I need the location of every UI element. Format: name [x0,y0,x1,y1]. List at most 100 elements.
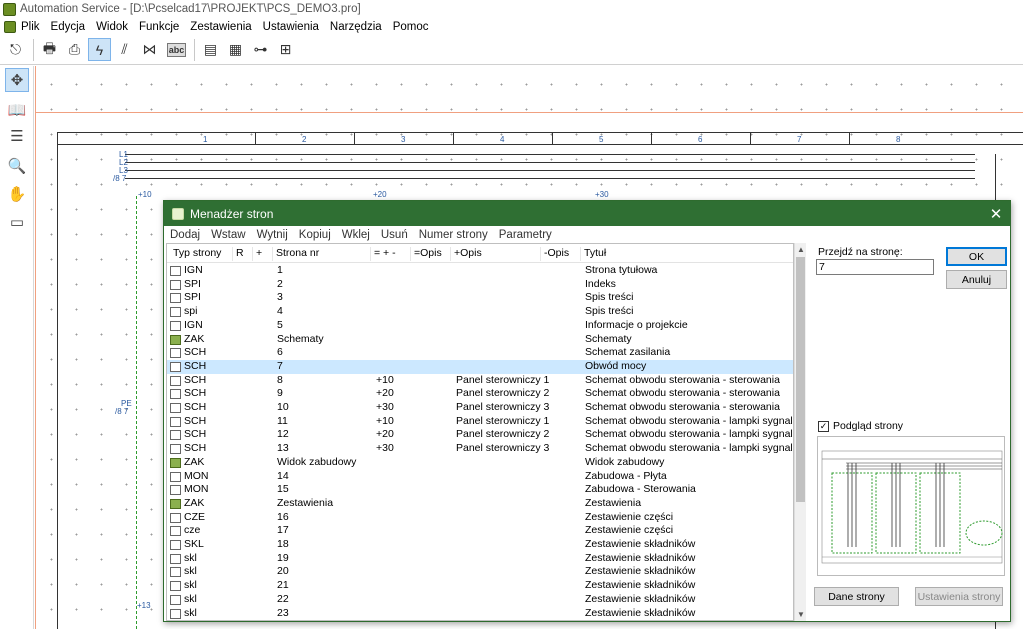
table-row[interactable]: IGN 1 Strona tytułowa [167,264,793,278]
table-row[interactable]: SPI 3 Spis treści [167,291,793,305]
col-header-r[interactable]: R [233,247,253,261]
menu-narzedzia[interactable]: Narzędzia [330,21,382,33]
cell-title: Zestawienie składników [585,538,696,550]
goto-page-input[interactable] [816,259,934,275]
cell-page-type: SCH [184,401,207,413]
dialog-menu-wstaw[interactable]: Wstaw [211,229,246,241]
screen-icon[interactable]: ▭ [5,210,29,234]
dialog-menu-kopiuj[interactable]: Kopiuj [299,229,331,241]
zoom-icon[interactable]: 🔍 [5,154,29,178]
close-icon[interactable]: ✕ [982,205,1010,223]
checkbox-checked-icon[interactable]: ✓ [818,420,829,432]
book-icon[interactable]: 📖 [5,98,29,122]
col-header-eq-opis[interactable]: =Opis [411,247,451,261]
table-row[interactable]: SCH 13 +30 Panel sterowniczy 3 Schemat obwod… [167,442,793,456]
table-row[interactable]: SCH 10 +30 Panel sterowniczy 3 Schemat obwod… [167,401,793,415]
ok-button[interactable]: OK [946,247,1007,266]
cell-page-type: MON [184,469,209,482]
table-row[interactable]: skl 19 Zestawienie składników [167,552,793,566]
menu-funkcje[interactable]: Funkcje [139,21,179,33]
cell-plus-opis: Panel sterowniczy 3 [456,401,550,413]
system-menu-icon[interactable] [4,20,16,33]
table-row[interactable]: MON 15 Zabudowa - Sterowania [167,483,793,497]
frame-line [750,132,751,144]
table-row[interactable]: SCH 7 Obwód mocy [167,359,793,374]
menu-plik[interactable]: Plik [21,21,40,33]
cancel-button[interactable]: Anuluj [946,270,1007,289]
cad-label-t30: +30 [595,190,609,199]
cell-plus-opis: Panel sterowniczy 2 [456,428,550,441]
lightning-icon[interactable]: ϟ [88,38,111,61]
col-header-strona-nr[interactable]: Strona nr [273,247,371,261]
table-row[interactable]: SCH 12 +20 Panel sterowniczy 2 Schemat obwod… [167,428,793,442]
page-icon [170,403,181,413]
cell-page-number: 3 [277,291,283,304]
page-data-button[interactable]: Dane strony [814,587,899,606]
col-header-plus-opis[interactable]: +Opis [451,247,541,261]
page-settings-button[interactable]: Ustawienia strony [915,587,1003,606]
menu-edycja[interactable]: Edycja [51,21,86,33]
menu-pomoc[interactable]: Pomoc [393,21,429,33]
calculator-icon[interactable]: ▦ [224,38,247,61]
table-row[interactable]: skl 23 Zestawienie składników [167,607,793,621]
table-row[interactable]: ZAK Schematy Schematy [167,333,793,347]
page-list-grid[interactable]: Typ strony R + Strona nr = + - =Opis +Op… [166,243,794,621]
cell-page-type: SKL [184,538,204,550]
menu-widok[interactable]: Widok [96,21,128,33]
cell-title: Obwód mocy [585,359,647,372]
table-row[interactable]: IGN 5 Informacje o projekcie [167,319,793,333]
table-row[interactable]: ZAK Widok zabudowy Widok zabudowy [167,456,793,470]
table-row[interactable]: cze 17 Zestawienie części [167,524,793,538]
table-row[interactable]: SCH 8 +10 Panel sterowniczy 1 Schemat obwodu… [167,374,793,388]
dialog-menu-numer-strony[interactable]: Numer strony [419,229,488,241]
table-row[interactable]: skl 20 Zestawienie składników [167,565,793,579]
list-arrow-icon[interactable]: ☰ [5,124,29,148]
cell-page-number: 20 [277,565,289,578]
cell-page-type: ZAK [184,332,205,345]
table-row[interactable]: SCH 6 Schemat zasilania [167,346,793,360]
dialog-right-panel: Przejdź na stronę: OK Anuluj ✓ Podgląd s… [810,243,1010,621]
hierarchy-icon[interactable]: ⊶ [249,38,272,61]
page-icon [170,485,181,496]
print-icon[interactable]: 🖶 [38,38,61,61]
dialog-menu-wklej[interactable]: Wklej [342,229,370,241]
table-row[interactable]: CZE 16 Zestawienie części [167,511,793,525]
preview-checkbox[interactable]: ✓ Podgląd strony [818,420,903,432]
page-icon[interactable]: ▤ [199,38,222,61]
print-preview-icon[interactable]: ⎙ [63,38,86,61]
hand-icon[interactable]: ✋ [5,182,29,206]
cell-page-type: SCH [184,442,207,455]
table-row[interactable]: SKL 18 Zestawienie składników [167,538,793,552]
table-row[interactable]: ZAK Zestawienia Zestawienia [167,497,793,511]
col-header-designation[interactable]: = + - [371,247,411,261]
tree-icon[interactable]: ⊞ [274,38,297,61]
scroll-thumb[interactable] [796,257,805,502]
col-header-typ-strony[interactable]: Typ strony [170,247,233,261]
table-row[interactable]: SCH 11 +10 Panel sterowniczy 1 Schemat obwod… [167,415,793,429]
dialog-menu-parametry[interactable]: Parametry [499,229,552,241]
scroll-down-icon[interactable]: ▼ [795,608,807,621]
scroll-up-icon[interactable]: ▲ [795,243,807,256]
table-row[interactable]: MON 14 Zabudowa - Płyta [167,470,793,484]
abc-icon[interactable]: abc [167,42,186,57]
col-header-minus-opis[interactable]: -Opis [541,247,581,261]
select-tool-icon[interactable]: ✥ [5,68,29,92]
menu-zestawienia[interactable]: Zestawienia [190,21,251,33]
menu-ustawienia[interactable]: Ustawienia [263,21,319,33]
col-header-plus[interactable]: + [253,247,273,261]
table-row[interactable]: skl 21 Zestawienie składników [167,579,793,593]
dialog-menu-usun[interactable]: Usuń [381,229,408,241]
table-row[interactable]: SCH 9 +20 Panel sterowniczy 2 Schemat obwodu… [167,387,793,401]
col-header-tytul[interactable]: Tytuł [581,247,793,261]
exit-icon[interactable]: ⎋ [4,38,27,61]
cell-designation: +10 [376,414,394,427]
page-manager-dialog: Menadżer stron ✕ Dodaj Wstaw Wytnij Kopi… [163,200,1011,622]
dialog-menu-wytnij[interactable]: Wytnij [257,229,288,241]
table-row[interactable]: spi 4 Spis treści [167,305,793,319]
connector-icon[interactable]: ⋈ [138,38,161,61]
wires-icon[interactable]: ⫽ [113,38,136,61]
table-row[interactable]: SPI 2 Indeks [167,278,793,292]
table-row[interactable]: skl 22 Zestawienie składników [167,593,793,607]
dialog-menu-dodaj[interactable]: Dodaj [170,229,200,241]
grid-scrollbar[interactable]: ▲ ▼ [794,243,806,621]
